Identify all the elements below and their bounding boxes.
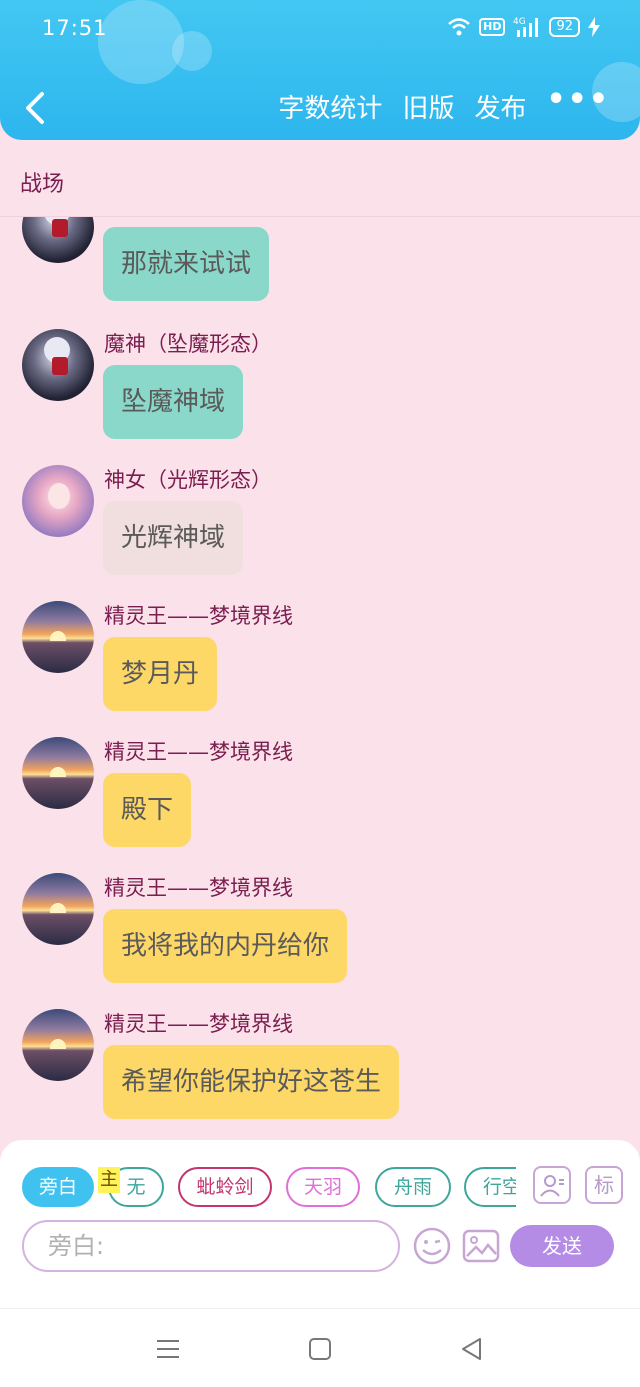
word-count-button[interactable]: 字数统计 <box>278 88 382 125</box>
app-header: 17:51 HD 4G 92 字数统计 旧版 发布 ••• <box>0 0 640 140</box>
status-time: 17:51 <box>42 16 108 40</box>
sender-name: 精灵王——梦境界线 <box>104 604 293 628</box>
message-bubble[interactable]: 梦月丹 <box>103 637 218 711</box>
header-actions: 字数统计 旧版 发布 ••• <box>278 82 610 125</box>
image-icon[interactable] <box>461 1226 501 1266</box>
charging-icon <box>588 17 600 37</box>
message-bubble[interactable]: 希望你能保护好这苍生 <box>103 1045 400 1119</box>
sender-name: 精灵王——梦境界线 <box>104 1012 293 1036</box>
role-chip-tianyu[interactable]: 天羽 <box>286 1167 360 1207</box>
decor-bubble <box>172 31 212 71</box>
role-chip-narration[interactable]: 旁白 <box>22 1167 94 1207</box>
send-button[interactable]: 发送 <box>510 1225 614 1267</box>
emoji-icon[interactable] <box>412 1226 452 1266</box>
sender-name: 精灵王——梦境界线 <box>104 740 293 764</box>
publish-button[interactable]: 发布 <box>474 88 526 125</box>
system-nav-bar <box>0 1308 640 1387</box>
sender-name: 魔神（坠魔形态） <box>104 332 272 356</box>
sender-name: 神女（光辉形态） <box>104 468 272 492</box>
old-version-button[interactable]: 旧版 <box>402 88 454 125</box>
more-options-icon[interactable]: ••• <box>546 82 610 117</box>
sunset-avatar[interactable] <box>22 601 94 673</box>
message-bubble[interactable]: 坠魔神域 <box>103 365 244 439</box>
wifi-icon <box>448 18 470 36</box>
message-bubble[interactable]: 我将我的内丹给你 <box>103 909 348 983</box>
message-bubble[interactable]: 那就来试试 <box>103 227 270 301</box>
dark-character-avatar[interactable] <box>22 217 94 263</box>
sender-name: 精灵王——梦境界线 <box>104 876 293 900</box>
chat-title: 战场 <box>20 172 65 197</box>
role-chip-zhouyu[interactable]: 舟雨 <box>375 1167 451 1207</box>
svg-text:4G: 4G <box>513 17 526 27</box>
back-arrow-icon[interactable] <box>22 88 50 128</box>
sunset-avatar[interactable] <box>22 737 94 809</box>
battery-level: 92 <box>549 17 580 37</box>
sunset-avatar[interactable] <box>22 1009 94 1081</box>
role-selector[interactable]: 旁白 无 蚍蛉剑 天羽 舟雨 行空 <box>22 1167 516 1207</box>
menu-icon[interactable] <box>154 1335 182 1363</box>
decor-bubble <box>98 0 184 84</box>
message-bubble[interactable]: 殿下 <box>103 773 192 847</box>
back-triangle-icon[interactable] <box>458 1335 486 1363</box>
dark-character-avatar[interactable] <box>22 329 94 401</box>
message-bubble[interactable]: 光辉神域 <box>103 501 244 575</box>
input-panel: 旁白 无 蚍蛉剑 天羽 舟雨 行空 标 旁白: 发送 <box>0 1140 640 1308</box>
message-list[interactable]: 那就来试试 魔神（坠魔形态） 坠魔神域 神女（光辉形态） 光辉神域 精灵王——梦… <box>0 217 640 1140</box>
sunset-avatar[interactable] <box>22 873 94 945</box>
host-tag: 主 <box>98 1167 120 1193</box>
home-icon[interactable] <box>306 1335 334 1363</box>
character-manage-icon[interactable] <box>533 1166 571 1204</box>
message-input[interactable]: 旁白: <box>22 1220 400 1272</box>
signal-icon: 4G <box>513 17 539 37</box>
tag-button[interactable]: 标 <box>585 1166 623 1204</box>
role-chip-pilingjian[interactable]: 蚍蛉剑 <box>178 1167 272 1207</box>
pink-character-avatar[interactable] <box>22 465 94 537</box>
hd-badge: HD <box>479 18 506 36</box>
status-icons: HD 4G 92 <box>447 16 600 38</box>
role-chip-xingkong[interactable]: 行空 <box>464 1167 516 1207</box>
